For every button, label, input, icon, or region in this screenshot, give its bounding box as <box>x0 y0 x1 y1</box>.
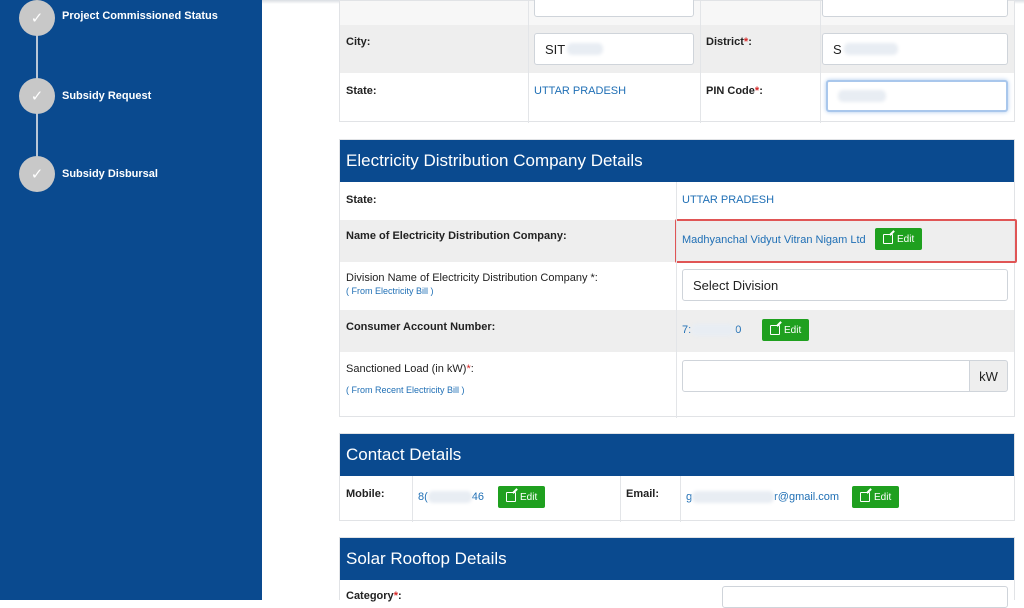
edit-icon <box>506 492 516 502</box>
step-subsidy-disbursal[interactable]: ✓ Subsidy Disbursal <box>19 156 158 192</box>
district-value: S <box>833 41 842 57</box>
divider <box>620 476 621 522</box>
mobile-label: Mobile: <box>346 488 385 500</box>
redacted-text <box>427 491 472 504</box>
divider <box>820 1 821 123</box>
address-input-top-right[interactable] <box>822 0 1008 17</box>
redacted-text <box>691 324 736 337</box>
divider <box>412 476 413 522</box>
email-value: g r@gmail.com <box>686 491 840 504</box>
pin-code-label: PIN Code*: <box>706 85 763 97</box>
state-value: UTTAR PRADESH <box>534 85 627 97</box>
step-label: Subsidy Disbursal <box>62 168 158 180</box>
check-icon: ✓ <box>19 156 55 192</box>
account-label: Consumer Account Number: <box>346 321 496 333</box>
email-label: Email: <box>626 488 660 500</box>
check-icon: ✓ <box>19 0 55 36</box>
state-label: State: <box>346 85 377 97</box>
district-input[interactable]: S <box>822 33 1008 65</box>
edit-account-button[interactable]: Edit <box>762 319 810 341</box>
divider <box>676 182 677 418</box>
division-label: Division Name of Electricity Distributio… <box>346 272 598 284</box>
account-value: 7: 0 <box>682 324 742 337</box>
discom-state-value: UTTAR PRADESH <box>682 194 775 206</box>
category-select[interactable] <box>722 586 1008 608</box>
redacted-text <box>692 491 775 504</box>
address-panel: City: SIT District*: S State: UTTAR PRAD… <box>339 0 1015 123</box>
sanctioned-load-input[interactable] <box>682 360 970 392</box>
redacted-text <box>838 90 886 102</box>
divider <box>680 476 681 522</box>
step-subsidy-request[interactable]: ✓ Subsidy Request <box>19 78 151 114</box>
company-value: Madhyanchal Vidyut Vitran Nigam Ltd <box>682 234 866 246</box>
company-label: Name of Electricity Distribution Company… <box>346 230 567 242</box>
address-input-top-left[interactable] <box>534 0 694 17</box>
step-project-commissioned-status[interactable]: ✓ Project Commissioned Status <box>19 0 218 36</box>
division-select[interactable]: Select Division <box>682 269 1008 301</box>
sanctioned-load-label: Sanctioned Load (in kW)*: <box>346 363 474 375</box>
edit-email-button[interactable]: Edit <box>852 486 900 508</box>
redacted-text <box>567 43 604 55</box>
discom-panel: Electricity Distribution Company Details… <box>339 139 1017 418</box>
sanctioned-load-hint: ( From Recent Electricity Bill ) <box>346 385 465 395</box>
edit-icon <box>883 234 893 244</box>
contact-panel: Contact Details Mobile: 8(46 Edit Email:… <box>339 433 1015 522</box>
edit-icon <box>860 492 870 502</box>
edit-company-button[interactable]: Edit <box>875 228 923 250</box>
redacted-text <box>843 43 898 55</box>
edit-icon <box>770 325 780 335</box>
kw-unit-addon: kW <box>969 360 1008 392</box>
solar-panel: Solar Rooftop Details Category*: <box>339 537 1015 608</box>
divider <box>700 1 701 123</box>
city-value: SIT <box>545 41 566 57</box>
check-icon: ✓ <box>19 78 55 114</box>
divider <box>528 1 529 123</box>
solar-panel-title: Solar Rooftop Details <box>340 538 1014 580</box>
city-input[interactable]: SIT <box>534 33 694 65</box>
progress-sidebar: ✓ Project Commissioned Status ✓ Subsidy … <box>0 0 262 600</box>
category-label: Category*: <box>346 590 402 602</box>
mobile-value: 8(46 <box>418 491 485 504</box>
contact-panel-title: Contact Details <box>340 434 1014 476</box>
step-label: Subsidy Request <box>62 90 152 102</box>
division-hint: ( From Electricity Bill ) <box>346 286 434 296</box>
step-label: Project Commissioned Status <box>62 10 218 22</box>
district-label: District*: <box>706 36 752 48</box>
discom-state-label: State: <box>346 194 377 206</box>
edit-mobile-button[interactable]: Edit <box>498 486 546 508</box>
discom-panel-title: Electricity Distribution Company Details <box>340 140 1014 182</box>
pin-code-input[interactable] <box>826 80 1008 112</box>
city-label: City: <box>346 36 371 48</box>
